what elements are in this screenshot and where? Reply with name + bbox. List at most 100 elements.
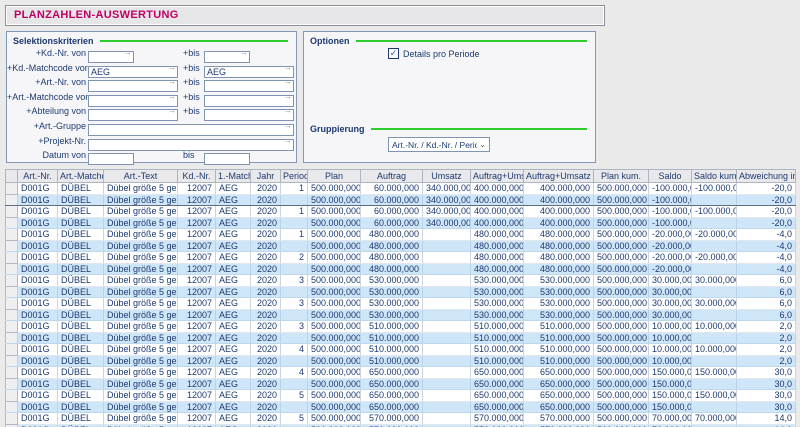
cell-auftrag[interactable]: 650.000,000 bbox=[361, 390, 423, 402]
cell-saldo[interactable]: 10.000,000 bbox=[649, 344, 692, 356]
cell-art-text[interactable]: Dübel größe 5 gelb bbox=[104, 332, 178, 344]
cell-jahr[interactable]: 2020 bbox=[251, 217, 281, 229]
cell-auftrag-umsatz[interactable]: 480.000,000 bbox=[471, 229, 524, 241]
cell-plan-kum[interactable]: 500.000,000 bbox=[594, 355, 649, 367]
cell-auftrag[interactable]: 480.000,000 bbox=[361, 229, 423, 241]
cell-periode[interactable]: 3 bbox=[281, 275, 308, 287]
row-selector[interactable] bbox=[6, 390, 18, 402]
cell-matchcode1[interactable]: AEG bbox=[216, 321, 251, 333]
row-selector[interactable] bbox=[6, 183, 18, 195]
cell-plan[interactable]: 500.000,000 bbox=[308, 344, 361, 356]
cell-saldo-kum[interactable] bbox=[692, 401, 737, 413]
datum-von-input[interactable] bbox=[88, 153, 134, 165]
cell-saldo-kum[interactable] bbox=[692, 194, 737, 206]
cell-auftrag-umsatz[interactable]: 650.000,000 bbox=[471, 367, 524, 379]
cell-art-matchcode[interactable]: DÜBEL bbox=[58, 229, 104, 241]
cell-auftrag[interactable]: 60.000,000 bbox=[361, 183, 423, 195]
cell-art-matchcode[interactable]: DÜBEL bbox=[58, 286, 104, 298]
cell-periode[interactable]: 2 bbox=[281, 252, 308, 264]
table-row[interactable]: D001GDÜBELDübel größe 5 gelb12007AEG2020… bbox=[6, 229, 796, 241]
cell-kd-nr[interactable]: 12007 bbox=[178, 401, 216, 413]
cell-jahr[interactable]: 2020 bbox=[251, 367, 281, 379]
lookup-arrow-icon[interactable]: → bbox=[124, 47, 132, 59]
cell-abweichung[interactable]: 14,0 bbox=[737, 413, 796, 425]
cell-saldo-kum[interactable]: 30.000,000 bbox=[692, 275, 737, 287]
table-row[interactable]: D001GDÜBELDübel größe 5 gelb12007AEG2020… bbox=[6, 378, 796, 390]
cell-art-nr[interactable]: D001G bbox=[18, 229, 58, 241]
cell-saldo[interactable]: 30.000,000 bbox=[649, 298, 692, 310]
cell-art-text[interactable]: Dübel größe 5 gelb bbox=[104, 183, 178, 195]
cell-umsatz[interactable]: 340.000,000 bbox=[423, 217, 471, 229]
cell-art-nr[interactable]: D001G bbox=[18, 309, 58, 321]
cell-auftrag[interactable]: 480.000,000 bbox=[361, 240, 423, 252]
cell-art-matchcode[interactable]: DÜBEL bbox=[58, 332, 104, 344]
cell-plan-kum[interactable]: 500.000,000 bbox=[594, 390, 649, 402]
cell-umsatz[interactable] bbox=[423, 321, 471, 333]
cell-auftrag-umsatz-kum[interactable]: 650.000,000 bbox=[524, 378, 594, 390]
cell-auftrag-umsatz[interactable]: 530.000,000 bbox=[471, 286, 524, 298]
row-selector[interactable] bbox=[6, 252, 18, 264]
cell-abweichung[interactable]: 6,0 bbox=[737, 298, 796, 310]
cell-plan[interactable]: 500.000,000 bbox=[308, 240, 361, 252]
row-selector[interactable] bbox=[6, 401, 18, 413]
cell-umsatz[interactable] bbox=[423, 286, 471, 298]
cell-art-text[interactable]: Dübel größe 5 gelb bbox=[104, 194, 178, 206]
cell-art-matchcode[interactable]: DÜBEL bbox=[58, 309, 104, 321]
cell-saldo[interactable]: 30.000,000 bbox=[649, 286, 692, 298]
row-selector[interactable] bbox=[6, 206, 18, 218]
cell-auftrag[interactable]: 530.000,000 bbox=[361, 298, 423, 310]
cell-auftrag[interactable]: 510.000,000 bbox=[361, 344, 423, 356]
cell-art-text[interactable]: Dübel größe 5 gelb bbox=[104, 206, 178, 218]
cell-art-matchcode[interactable]: DÜBEL bbox=[58, 183, 104, 195]
table-row[interactable]: D001GDÜBELDübel größe 5 gelb12007AEG2020… bbox=[6, 309, 796, 321]
cell-abweichung[interactable]: 2,0 bbox=[737, 332, 796, 344]
cell-auftrag-umsatz-kum[interactable]: 510.000,000 bbox=[524, 344, 594, 356]
table-row[interactable]: D001GDÜBELDübel größe 5 gelb12007AEG2020… bbox=[6, 263, 796, 275]
cell-auftrag[interactable]: 480.000,000 bbox=[361, 263, 423, 275]
cell-jahr[interactable]: 2020 bbox=[251, 263, 281, 275]
cell-abweichung[interactable]: 30,0 bbox=[737, 390, 796, 402]
cell-saldo[interactable]: -100.000,000 bbox=[649, 217, 692, 229]
cell-auftrag-umsatz-kum[interactable]: 400.000,000 bbox=[524, 183, 594, 195]
cell-saldo-kum[interactable]: -20.000,000 bbox=[692, 229, 737, 241]
row-selector[interactable] bbox=[6, 217, 18, 229]
cell-kd-nr[interactable]: 12007 bbox=[178, 229, 216, 241]
cell-matchcode1[interactable]: AEG bbox=[216, 344, 251, 356]
table-row[interactable]: D001GDÜBELDübel größe 5 gelb12007AEG2020… bbox=[6, 321, 796, 333]
cell-jahr[interactable]: 2020 bbox=[251, 355, 281, 367]
cell-auftrag-umsatz-kum[interactable]: 530.000,000 bbox=[524, 298, 594, 310]
cell-auftrag-umsatz-kum[interactable]: 650.000,000 bbox=[524, 390, 594, 402]
cell-auftrag[interactable]: 510.000,000 bbox=[361, 321, 423, 333]
cell-auftrag-umsatz-kum[interactable]: 480.000,000 bbox=[524, 240, 594, 252]
cell-umsatz[interactable] bbox=[423, 229, 471, 241]
cell-art-matchcode[interactable]: DÜBEL bbox=[58, 321, 104, 333]
table-row[interactable]: D001GDÜBELDübel größe 5 gelb12007AEG2020… bbox=[6, 217, 796, 229]
cell-periode[interactable]: 1 bbox=[281, 183, 308, 195]
cell-saldo-kum[interactable] bbox=[692, 286, 737, 298]
cell-matchcode1[interactable]: AEG bbox=[216, 309, 251, 321]
cell-abweichung[interactable]: 6,0 bbox=[737, 275, 796, 287]
cell-saldo-kum[interactable]: -100.000,000 bbox=[692, 206, 737, 218]
cell-plan[interactable]: 500.000,000 bbox=[308, 390, 361, 402]
cell-auftrag-umsatz-kum[interactable]: 570.000,000 bbox=[524, 413, 594, 425]
lookup-arrow-icon[interactable]: → bbox=[168, 62, 176, 74]
row-selector[interactable] bbox=[6, 355, 18, 367]
cell-art-matchcode[interactable]: DÜBEL bbox=[58, 206, 104, 218]
table-row[interactable]: D001GDÜBELDübel größe 5 gelb12007AEG2020… bbox=[6, 401, 796, 413]
cell-art-text[interactable]: Dübel größe 5 gelb bbox=[104, 275, 178, 287]
cell-saldo-kum[interactable]: 150.000,000 bbox=[692, 367, 737, 379]
row-selector[interactable] bbox=[6, 309, 18, 321]
cell-periode[interactable] bbox=[281, 401, 308, 413]
cell-auftrag-umsatz[interactable]: 510.000,000 bbox=[471, 355, 524, 367]
cell-art-nr[interactable]: D001G bbox=[18, 183, 58, 195]
cell-art-nr[interactable]: D001G bbox=[18, 390, 58, 402]
cell-jahr[interactable]: 2020 bbox=[251, 298, 281, 310]
cell-art-text[interactable]: Dübel größe 5 gelb bbox=[104, 240, 178, 252]
cell-art-nr[interactable]: D001G bbox=[18, 194, 58, 206]
lookup-arrow-icon[interactable]: → bbox=[284, 120, 292, 132]
cell-art-text[interactable]: Dübel größe 5 gelb bbox=[104, 367, 178, 379]
cell-kd-nr[interactable]: 12007 bbox=[178, 194, 216, 206]
cell-kd-nr[interactable]: 12007 bbox=[178, 413, 216, 425]
cell-auftrag-umsatz-kum[interactable]: 650.000,000 bbox=[524, 401, 594, 413]
cell-umsatz[interactable] bbox=[423, 401, 471, 413]
